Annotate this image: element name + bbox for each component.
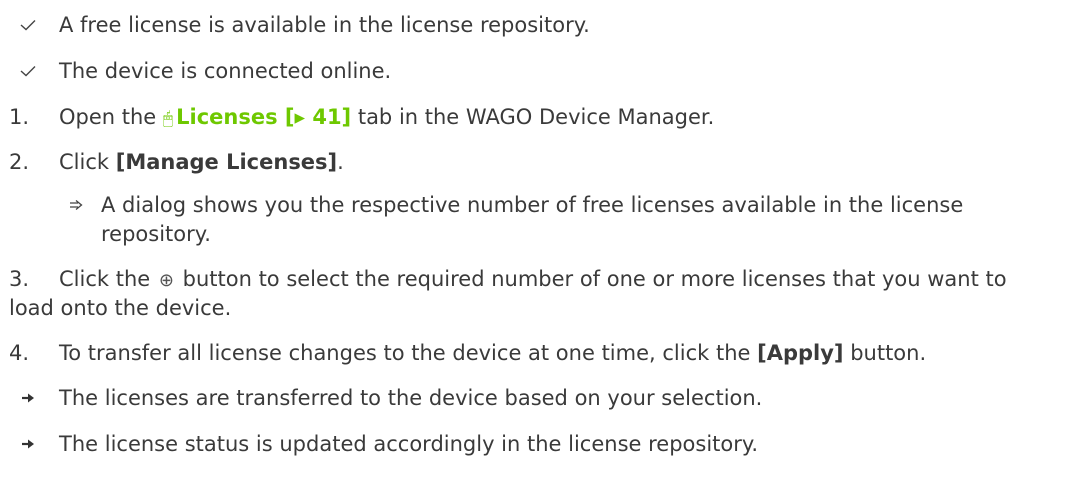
step-text-prefix: Open the — [59, 105, 163, 129]
step-text: To transfer all license changes to the d… — [59, 338, 1050, 368]
right-arrow-icon — [0, 429, 56, 459]
instruction-document: A free license is available in the licen… — [0, 0, 1080, 490]
step-text-suffix: button to select the required number of … — [175, 267, 1007, 291]
step-number: 4. — [9, 341, 30, 365]
check-icon — [0, 56, 56, 86]
mouse-pointer-icon: 🖱 — [162, 109, 174, 129]
prerequisite-text: The device is connected online. — [59, 59, 392, 83]
result-text: The licenses are transferred to the devi… — [59, 386, 763, 410]
step-text-prefix: To transfer all license changes to the d… — [59, 341, 758, 365]
prerequisite-text: A free license is available in the licen… — [59, 13, 590, 37]
step-text: Click the ⊕ button to select the require… — [59, 264, 1050, 296]
step-number: 1. — [9, 105, 30, 129]
step-number: 2. — [9, 150, 30, 174]
check-icon — [0, 10, 56, 40]
step-text-suffix: button. — [843, 341, 927, 365]
step-text: Click [Manage Licenses]. — [59, 147, 1050, 177]
manage-licenses-label: [Manage Licenses] — [115, 150, 338, 174]
step-text-suffix: tab in the WAGO Device Manager. — [351, 105, 715, 129]
licenses-link[interactable]: Licenses [▸ 41] — [176, 105, 351, 129]
step-text-line: load onto the device. — [9, 296, 232, 320]
step-result-text-line: repository. — [101, 222, 211, 246]
result-text: The license status is updated accordingl… — [59, 432, 758, 456]
double-arrow-icon — [56, 190, 96, 220]
circled-plus-icon: ⊕ — [158, 270, 174, 291]
right-arrow-icon — [0, 383, 56, 413]
step-text-prefix: Click — [59, 150, 116, 174]
step-text-prefix: Click the — [59, 267, 157, 291]
step-text: Open the 🖱 Licenses [▸ 41] tab in the WAG… — [59, 102, 1050, 134]
step-number: 3. — [9, 267, 30, 291]
step-result-text-line: A dialog shows you the respective number… — [101, 193, 964, 217]
step-text-suffix: . — [337, 150, 344, 174]
apply-label: [Apply] — [757, 341, 844, 365]
